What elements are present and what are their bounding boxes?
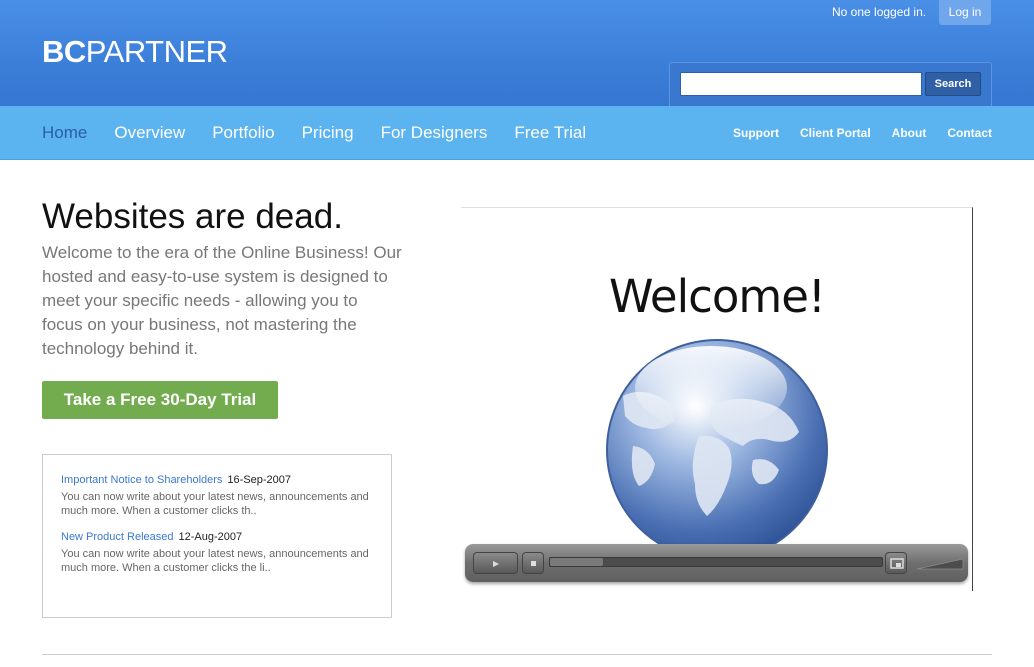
video-progress-fill bbox=[550, 558, 604, 566]
stop-button[interactable] bbox=[522, 552, 544, 574]
news-excerpt: You can now write about your latest news… bbox=[61, 548, 369, 574]
site-header: BCPARTNER No one logged in. Log in Searc… bbox=[0, 0, 1034, 106]
news-item: New Product Released 12-Aug-2007 You can … bbox=[61, 530, 373, 575]
search-input[interactable] bbox=[680, 72, 922, 96]
nav-about[interactable]: About bbox=[892, 126, 927, 140]
hero-intro: Welcome to the era of the Online Busines… bbox=[42, 243, 402, 358]
nav-client-portal[interactable]: Client Portal bbox=[800, 126, 871, 140]
welcome-video-player[interactable]: Welcome! bbox=[461, 207, 973, 591]
main-navigation: Home Overview Portfolio Pricing For Desi… bbox=[0, 106, 1034, 160]
login-button[interactable]: Log in bbox=[939, 0, 991, 25]
nav-portfolio[interactable]: Portfolio bbox=[212, 123, 274, 143]
search-box: Search bbox=[669, 62, 992, 106]
site-logo[interactable]: BCPARTNER bbox=[42, 34, 228, 70]
secondary-nav: Support Client Portal About Contact bbox=[712, 126, 992, 140]
nav-contact[interactable]: Contact bbox=[947, 126, 992, 140]
globe-icon bbox=[606, 339, 828, 548]
video-controls bbox=[465, 544, 968, 582]
news-title-link[interactable]: Important Notice to Shareholders bbox=[61, 474, 222, 486]
logo-bold-text: BC bbox=[42, 34, 86, 69]
nav-for-designers[interactable]: For Designers bbox=[381, 123, 488, 143]
search-button[interactable]: Search bbox=[925, 72, 981, 96]
free-trial-button[interactable]: Take a Free 30-Day Trial bbox=[42, 381, 278, 419]
hero-headline: Websites are dead. bbox=[42, 197, 343, 236]
fullscreen-icon bbox=[890, 558, 904, 569]
fullscreen-button[interactable] bbox=[885, 552, 907, 574]
primary-nav: Home Overview Portfolio Pricing For Desi… bbox=[42, 123, 613, 143]
news-excerpt: You can now write about your latest news… bbox=[61, 491, 369, 517]
news-heading: New Product Released 12-Aug-2007 bbox=[61, 530, 373, 545]
nav-support[interactable]: Support bbox=[733, 126, 779, 140]
logo-light-text: PARTNER bbox=[85, 34, 228, 69]
nav-home[interactable]: Home bbox=[42, 123, 87, 143]
video-welcome-text: Welcome! bbox=[609, 270, 826, 323]
volume-slider[interactable] bbox=[915, 557, 965, 571]
news-heading: Important Notice to Shareholders 16-Sep-2… bbox=[61, 473, 373, 488]
news-panel: Important Notice to Shareholders 16-Sep-2… bbox=[42, 454, 392, 618]
stop-icon bbox=[531, 561, 536, 566]
nav-free-trial[interactable]: Free Trial bbox=[514, 123, 586, 143]
nav-pricing[interactable]: Pricing bbox=[302, 123, 354, 143]
footer-divider bbox=[42, 654, 992, 655]
play-button[interactable] bbox=[473, 552, 518, 574]
video-progress-bar[interactable] bbox=[549, 557, 883, 567]
play-icon bbox=[493, 561, 499, 567]
login-status: No one logged in. bbox=[832, 5, 927, 19]
nav-overview[interactable]: Overview bbox=[114, 123, 185, 143]
news-date: 12-Aug-2007 bbox=[178, 531, 243, 543]
news-title-link[interactable]: New Product Released bbox=[61, 531, 174, 543]
news-date: 16-Sep-2007 bbox=[227, 474, 292, 486]
news-item: Important Notice to Shareholders 16-Sep-2… bbox=[61, 473, 373, 518]
